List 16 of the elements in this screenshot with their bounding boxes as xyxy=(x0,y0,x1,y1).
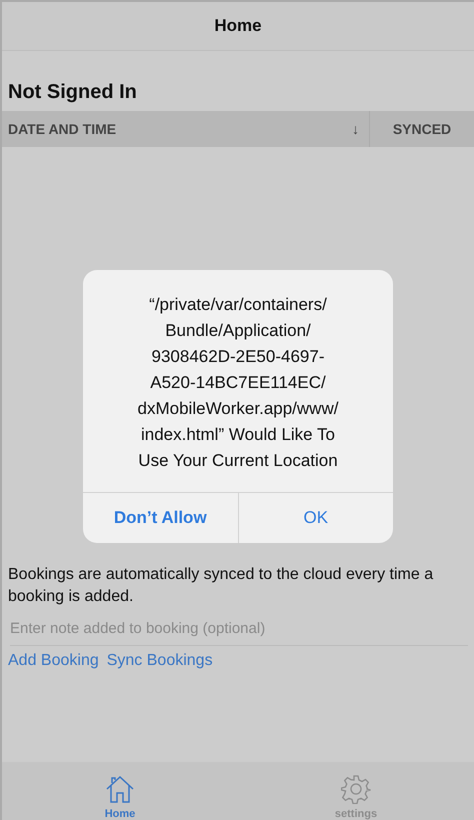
tab-item[interactable]: Home xyxy=(2,762,238,820)
link[interactable]: Add Booking xyxy=(8,652,99,670)
note-field[interactable]: Enter note added to booking (optional) xyxy=(10,614,468,646)
info-text: Bookings are automatically synced to the cloud every time a booking is added. xyxy=(7,565,434,607)
alert-button[interactable]: OK xyxy=(238,493,393,543)
sort-icon[interactable]: ↓ xyxy=(352,121,359,137)
page-heading: Not Signed In xyxy=(7,80,138,105)
alert-message: “/private/var/containers/ Bundle/Application/ 9308462D-2E50-4697- A520-14BC7EE114EC/ dxMobileWorker.app/www/ index.html” Would Like To Use Your Current Location xyxy=(136,294,340,472)
alert-button[interactable]: Don’t Allow xyxy=(83,493,238,543)
nav-title: Home xyxy=(214,16,262,36)
link[interactable]: Sync Bookings xyxy=(106,652,213,670)
gear-icon xyxy=(341,774,371,804)
house-icon xyxy=(105,774,135,804)
column-header[interactable]: DATE AND TIME xyxy=(8,121,116,137)
tab-item[interactable]: settings xyxy=(238,762,474,820)
column-header[interactable]: SYNCED xyxy=(392,121,452,137)
